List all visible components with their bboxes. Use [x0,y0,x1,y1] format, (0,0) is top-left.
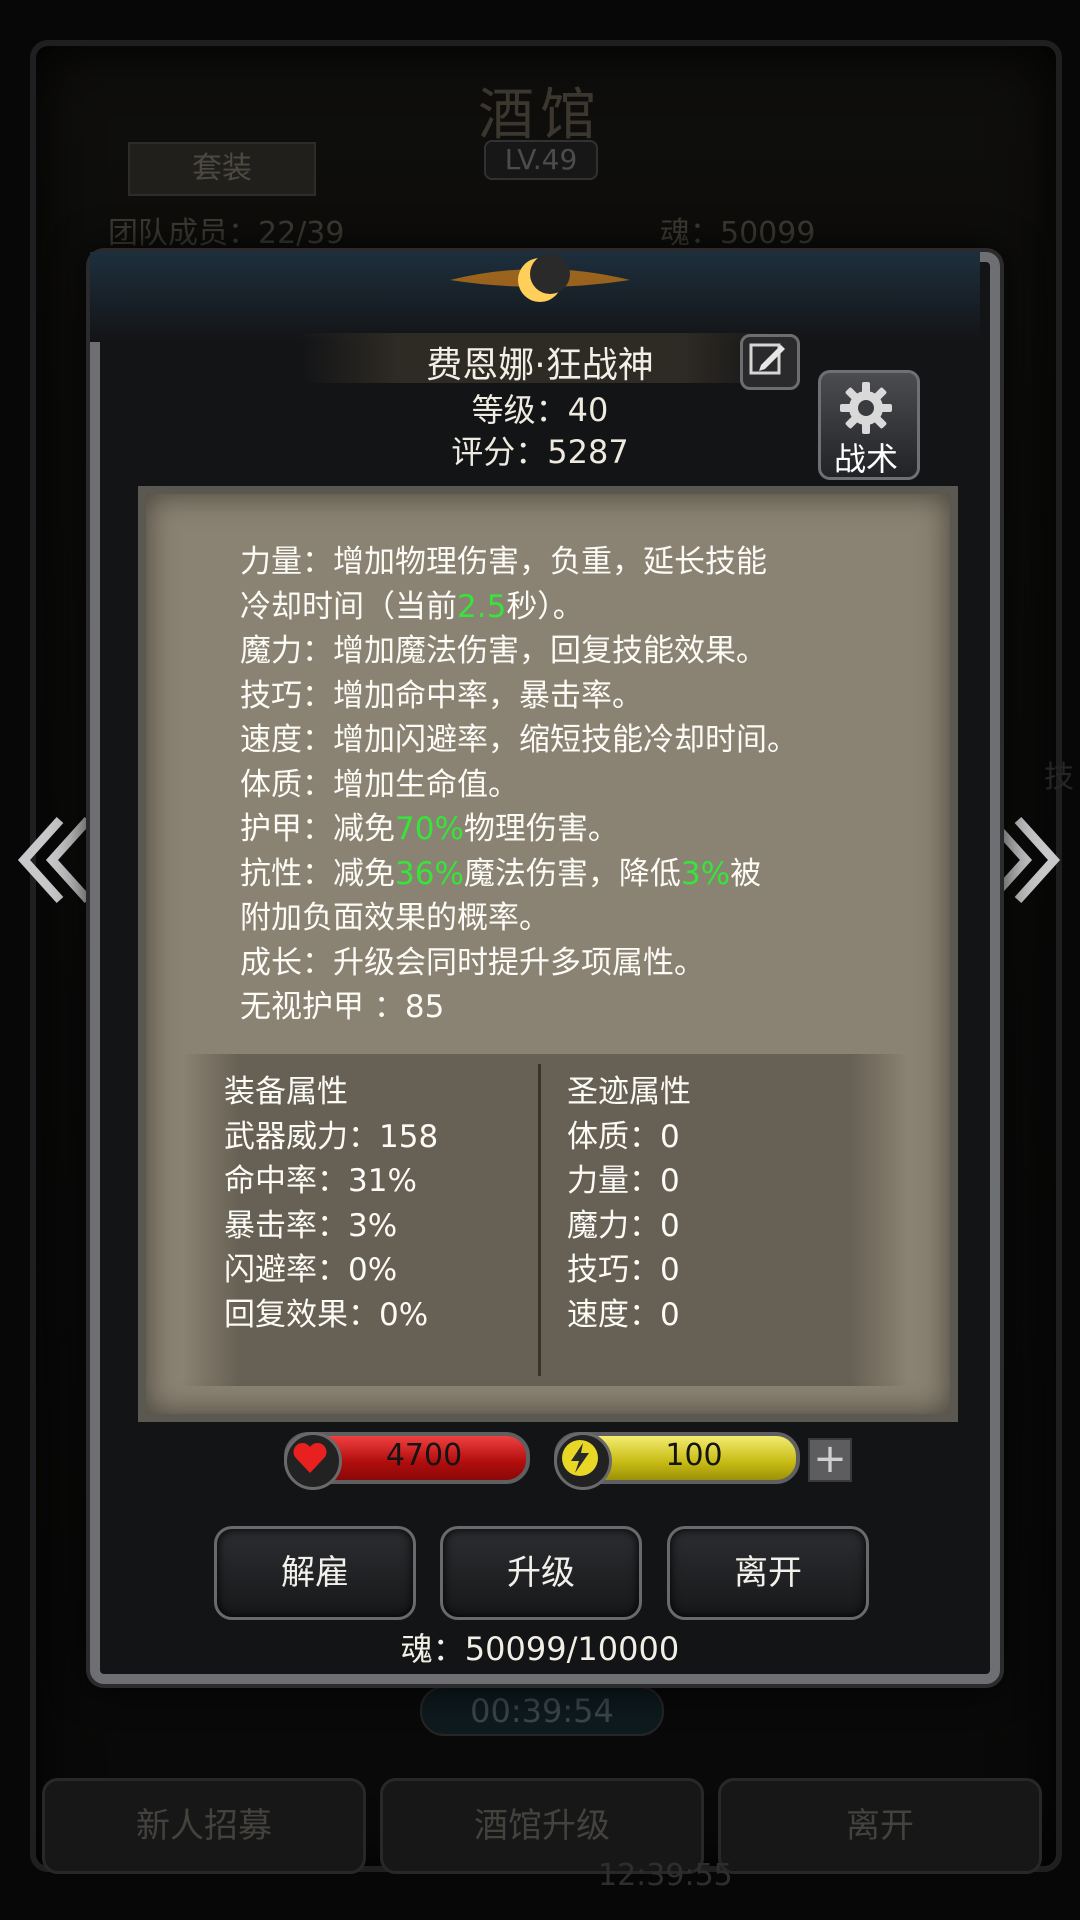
description-text: 被 [730,855,762,892]
description-line: 成长：升级会同时提升多项属性。 [240,941,880,986]
relic-stats: 圣迹属性 体质：0 力量：0 魔力：0 技巧：0 速度：0 [567,1070,691,1337]
description-text: 魔力：增加魔法伤害，回复技能效果。 [240,633,767,669]
dismiss-button[interactable]: 解雇 [214,1526,416,1620]
lightning-icon [562,1440,598,1476]
upgrade-button[interactable]: 升级 [440,1526,642,1620]
equipment-stat: 暴击率：3% [224,1207,398,1244]
description-text: 冷却时间（当前 [240,588,457,625]
highlight-value: 2.5 [457,588,507,625]
description-text: 成长：升级会同时提升多项属性。 [240,944,705,981]
previous-hero-arrow-icon[interactable] [14,800,94,920]
hero-name: 费恩娜·狂战神 [426,345,654,386]
description-line: 冷却时间（当前2.5秒）。 [240,585,880,630]
description-text: 体质：增加生命值。 [240,766,519,803]
hero-score: 评分：5287 [451,433,629,471]
lightning-icon-frame [554,1432,612,1490]
crescent-ornament-icon [450,254,630,302]
description-text: 抗性：减免 [240,855,395,892]
stats-divider [538,1064,541,1376]
highlight-value: 3% [680,855,731,892]
equipment-title: 装备属性 [224,1074,348,1110]
soul-cost: 魂：50099/10000 [400,1630,680,1668]
description-line: 无视护甲 ：85 [240,985,880,1030]
equipment-stats: 装备属性 武器威力：158 命中率：31% 暴击率：3% 闪避率：0% 回复效果… [224,1070,438,1337]
description-text: 魔法伤害，降低 [463,855,681,892]
relic-stat: 速度：0 [567,1296,680,1333]
equipment-stat: 回复效果：0% [224,1296,429,1333]
description-text: 物理伤害。 [463,811,619,847]
highlight-value: 70% [395,811,464,847]
description-line: 抗性：减免36%魔法伤害，降低3%被 [240,852,880,897]
relic-stat: 力量：0 [567,1163,680,1199]
heart-icon [293,1442,327,1473]
description-line: 魔力：增加魔法伤害，回复技能效果。 [240,629,880,674]
description-text: 无视护甲 ：85 [240,989,445,1025]
add-energy-button[interactable]: + [808,1438,852,1482]
gear-icon [840,382,892,434]
relic-stat: 技巧：0 [567,1252,680,1288]
relic-stat: 魔力：0 [567,1207,680,1244]
edit-pencil-icon [749,343,785,375]
hero-level: 等级：40 [471,391,609,429]
description-line: 体质：增加生命值。 [240,763,880,808]
heart-icon-frame [284,1432,342,1490]
leave-button[interactable]: 离开 [667,1526,869,1620]
tactics-label: 战术 [833,440,898,478]
equipment-stat: 命中率：31% [224,1163,417,1199]
rename-button[interactable] [740,334,800,390]
description-text: 速度：增加闪避率，缩短技能冷却时间。 [240,722,798,758]
highlight-value: 36% [395,855,464,892]
description-line: 技巧：增加命中率，暴击率。 [240,674,880,719]
description-text: 附加负面效果的概率。 [240,900,550,936]
relic-stat: 体质：0 [567,1118,680,1155]
description-line: 力量：增加物理伤害，负重，延长技能 [240,540,880,585]
description-text: 力量：增加物理伤害，负重，延长技能 [240,544,767,580]
description-line: 附加负面效果的概率。 [240,896,880,941]
description-line: 速度：增加闪避率，缩短技能冷却时间。 [240,718,880,763]
description-line: 护甲：减免70%物理伤害。 [240,807,880,852]
equipment-stat: 闪避率：0% [224,1252,398,1288]
description-text: 护甲：减免 [240,811,395,847]
description-text: 秒）。 [506,588,584,625]
relic-title: 圣迹属性 [567,1074,691,1110]
attribute-description: 力量：增加物理伤害，负重，延长技能 冷却时间（当前2.5秒）。 魔力：增加魔法伤害，… [240,540,880,1030]
equipment-stat: 武器威力：158 [224,1118,439,1155]
description-text: 技巧：增加命中率，暴击率。 [240,677,643,714]
